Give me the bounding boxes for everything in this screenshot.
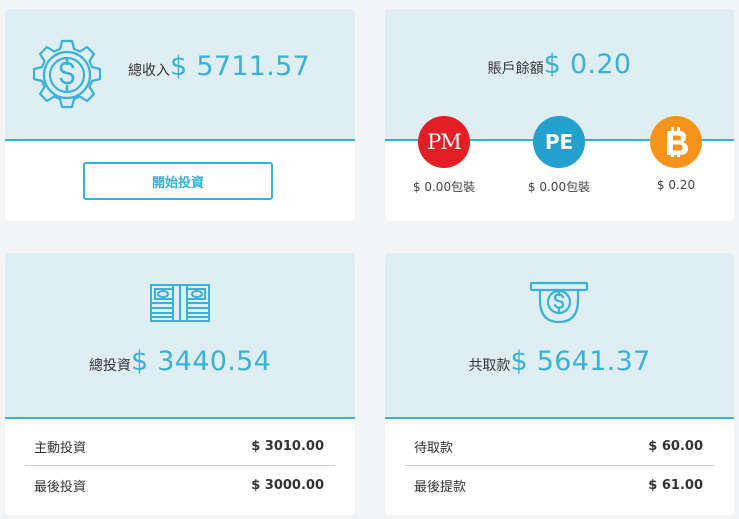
payeer-symbol: PE (544, 130, 574, 154)
pending-withdrawal-label: 待取款 (414, 440, 454, 456)
active-investment-row: 主動投資 $ 3010.00 (25, 427, 335, 466)
withdrawal-card: 共取款$ 5641.37 待取款 $ 60.00 最後提款 $ 61.00 (385, 253, 734, 515)
bitcoin-glyph (667, 127, 688, 157)
investment-stat: 總投資$ 3440.54 (5, 346, 355, 377)
payeer-icon: PE (533, 116, 585, 168)
atm-withdrawal-icon (529, 281, 589, 324)
active-investment-label: 主動投資 (34, 440, 87, 456)
income-stat: 總收入$ 5711.57 (128, 51, 310, 82)
withdrawal-value: $ 5641.37 (510, 346, 651, 377)
investment-card: 總投資$ 3440.54 主動投資 $ 3010.00 最後投資 $ 3000.… (5, 253, 355, 515)
active-investment-value: $ 3010.00 (251, 438, 324, 454)
last-investment-row: 最後投資 $ 3000.00 (25, 466, 335, 504)
income-card: 總收入$ 5711.57 開始投資 (5, 9, 355, 221)
investment-value: $ 3440.54 (130, 346, 272, 377)
withdrawal-label: 共取款 (468, 358, 511, 374)
income-value: $ 5711.57 (170, 51, 311, 82)
balance-label: 賬戶餘額 (487, 61, 544, 77)
bitcoin-amount: $ 0.20 (656, 178, 696, 192)
last-investment-label: 最後投資 (34, 479, 87, 495)
income-card-header: 總收入$ 5711.57 (5, 9, 355, 141)
last-investment-value: $ 3000.00 (251, 477, 324, 493)
banknotes-icon (150, 284, 210, 322)
balance-card: 賬戶餘額$ 0.20 PM PE $ 0.00包裝 $ 0.00包裝 $ 0.2… (385, 9, 734, 221)
payeer-amount: $ 0.00包裝 (527, 180, 591, 194)
investment-card-header: 總投資$ 3440.54 (5, 253, 355, 419)
pending-withdrawal-row: 待取款 $ 60.00 (405, 427, 714, 466)
withdrawal-stat: 共取款$ 5641.37 (385, 346, 734, 377)
balance-value: $ 0.20 (543, 49, 632, 80)
income-label: 總收入 (128, 63, 170, 79)
pending-withdrawal-value: $ 60.00 (648, 438, 703, 454)
bitcoin-icon (650, 116, 702, 168)
withdrawal-card-header: 共取款$ 5641.37 (385, 253, 734, 419)
perfect-money-symbol: PM (427, 130, 462, 154)
investment-label: 總投資 (88, 358, 131, 374)
balance-stat: 賬戶餘額$ 0.20 (385, 49, 734, 80)
perfect-money-icon: PM (418, 116, 470, 168)
last-withdrawal-label: 最後提款 (414, 479, 467, 495)
last-withdrawal-row: 最後提款 $ 61.00 (405, 466, 714, 504)
start-investing-button[interactable]: 開始投資 (83, 162, 273, 200)
last-withdrawal-value: $ 61.00 (648, 477, 703, 493)
dollar-gear-icon (32, 39, 102, 109)
perfect-money-amount: $ 0.00包裝 (412, 180, 476, 194)
